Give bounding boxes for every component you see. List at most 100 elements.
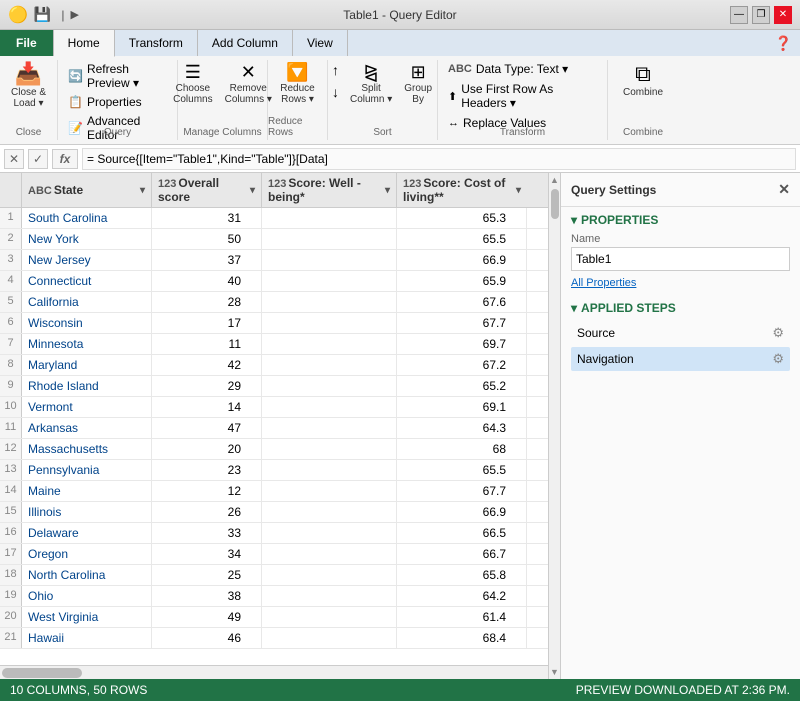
table-row[interactable]: 19 Ohio 38 64.2 [0, 586, 548, 607]
cell-state[interactable]: Pennsylvania [22, 460, 152, 480]
formula-input[interactable] [82, 148, 796, 170]
cell-state[interactable]: Hawaii [22, 628, 152, 648]
tab-transform[interactable]: Transform [115, 30, 198, 56]
cell-state[interactable]: Massachusetts [22, 439, 152, 459]
cell-overall[interactable]: 33 [152, 523, 262, 543]
cell-costliving[interactable]: 66.9 [397, 250, 527, 270]
table-row[interactable]: 11 Arkansas 47 64.3 [0, 418, 548, 439]
cell-state[interactable]: Rhode Island [22, 376, 152, 396]
cell-state[interactable]: Illinois [22, 502, 152, 522]
cell-overall[interactable]: 49 [152, 607, 262, 627]
table-row[interactable]: 21 Hawaii 46 68.4 [0, 628, 548, 649]
cell-costliving[interactable]: 68.4 [397, 628, 527, 648]
cell-wellbeing[interactable] [262, 460, 397, 480]
cell-costliving[interactable]: 67.6 [397, 292, 527, 312]
table-row[interactable]: 10 Vermont 14 69.1 [0, 397, 548, 418]
table-row[interactable]: 1 South Carolina 31 65.3 [0, 208, 548, 229]
query-panel-close-btn[interactable]: ✕ [778, 181, 790, 198]
cell-wellbeing[interactable] [262, 376, 397, 396]
restore-btn[interactable]: ❐ [752, 6, 770, 24]
table-row[interactable]: 14 Maine 12 67.7 [0, 481, 548, 502]
table-row[interactable]: 12 Massachusetts 20 68 [0, 439, 548, 460]
cell-state[interactable]: Connecticut [22, 271, 152, 291]
cell-costliving[interactable]: 64.3 [397, 418, 527, 438]
cell-overall[interactable]: 37 [152, 250, 262, 270]
col-header-costliving[interactable]: 123Score: Cost of living** ▾ [397, 173, 527, 207]
table-row[interactable]: 7 Minnesota 11 69.7 [0, 334, 548, 355]
cell-state[interactable]: Vermont [22, 397, 152, 417]
cell-overall[interactable]: 12 [152, 481, 262, 501]
cell-wellbeing[interactable] [262, 208, 397, 228]
properties-collapse-icon[interactable]: ▾ [571, 213, 577, 227]
table-row[interactable]: 18 North Carolina 25 65.8 [0, 565, 548, 586]
step-navigation[interactable]: Navigation ⚙ [571, 347, 790, 371]
cell-costliving[interactable]: 64.2 [397, 586, 527, 606]
cell-costliving[interactable]: 69.7 [397, 334, 527, 354]
cell-overall[interactable]: 11 [152, 334, 262, 354]
all-properties-link[interactable]: All Properties [571, 277, 636, 289]
tab-home[interactable]: Home [54, 30, 115, 57]
cell-state[interactable]: West Virginia [22, 607, 152, 627]
minimize-btn[interactable]: — [730, 6, 748, 24]
cell-wellbeing[interactable] [262, 292, 397, 312]
cell-state[interactable]: Maryland [22, 355, 152, 375]
cell-wellbeing[interactable] [262, 271, 397, 291]
scroll-up-btn[interactable]: ▲ [550, 175, 559, 185]
cell-costliving[interactable]: 67.2 [397, 355, 527, 375]
step-source-gear-icon[interactable]: ⚙ [772, 325, 784, 341]
col-header-state[interactable]: ABCState ▾ [22, 173, 152, 207]
cell-wellbeing[interactable] [262, 481, 397, 501]
sort-asc-button[interactable]: ↑ [328, 60, 343, 80]
step-navigation-gear-icon[interactable]: ⚙ [772, 351, 784, 367]
cell-overall[interactable]: 38 [152, 586, 262, 606]
cell-overall[interactable]: 17 [152, 313, 262, 333]
sort-desc-button[interactable]: ↓ [328, 82, 343, 102]
cell-overall[interactable]: 34 [152, 544, 262, 564]
table-row[interactable]: 6 Wisconsin 17 67.7 [0, 313, 548, 334]
cell-state[interactable]: California [22, 292, 152, 312]
cell-overall[interactable]: 28 [152, 292, 262, 312]
cell-state[interactable]: New Jersey [22, 250, 152, 270]
table-row[interactable]: 15 Illinois 26 66.9 [0, 502, 548, 523]
cell-costliving[interactable]: 67.7 [397, 313, 527, 333]
table-row[interactable]: 3 New Jersey 37 66.9 [0, 250, 548, 271]
close-load-button[interactable]: 📥 Close &Load ▾ [6, 60, 51, 112]
tab-add-column[interactable]: Add Column [198, 30, 293, 56]
cell-wellbeing[interactable] [262, 607, 397, 627]
group-by-button[interactable]: ⊞ GroupBy [399, 60, 437, 108]
cell-costliving[interactable]: 69.1 [397, 397, 527, 417]
cell-wellbeing[interactable] [262, 229, 397, 249]
cell-overall[interactable]: 40 [152, 271, 262, 291]
cell-costliving[interactable]: 65.3 [397, 208, 527, 228]
choose-columns-button[interactable]: ☰ ChooseColumns [168, 60, 217, 108]
cell-state[interactable]: Ohio [22, 586, 152, 606]
cell-wellbeing[interactable] [262, 523, 397, 543]
query-name-input[interactable] [571, 247, 790, 271]
cell-overall[interactable]: 47 [152, 418, 262, 438]
cell-wellbeing[interactable] [262, 250, 397, 270]
cell-state[interactable]: Maine [22, 481, 152, 501]
table-row[interactable]: 4 Connecticut 40 65.9 [0, 271, 548, 292]
step-source[interactable]: Source ⚙ [571, 321, 790, 345]
cell-overall[interactable]: 42 [152, 355, 262, 375]
cell-wellbeing[interactable] [262, 439, 397, 459]
cell-costliving[interactable]: 66.5 [397, 523, 527, 543]
cell-costliving[interactable]: 65.9 [397, 271, 527, 291]
table-row[interactable]: 5 California 28 67.6 [0, 292, 548, 313]
vertical-scrollbar[interactable]: ▲ ▼ [548, 173, 560, 679]
window-controls[interactable]: — ❐ ✕ [730, 6, 792, 24]
overall-col-dropdown[interactable]: ▾ [250, 185, 255, 196]
costliving-col-dropdown[interactable]: ▾ [516, 185, 521, 196]
table-row[interactable]: 17 Oregon 34 66.7 [0, 544, 548, 565]
properties-button[interactable]: 📋 Properties [64, 93, 146, 111]
table-row[interactable]: 16 Delaware 33 66.5 [0, 523, 548, 544]
tab-file[interactable]: File [0, 30, 54, 56]
state-col-dropdown[interactable]: ▾ [140, 185, 145, 196]
refresh-preview-button[interactable]: 🔄 Refresh Preview ▾ [64, 60, 171, 92]
cell-state[interactable]: Oregon [22, 544, 152, 564]
table-row[interactable]: 8 Maryland 42 67.2 [0, 355, 548, 376]
cell-costliving[interactable]: 65.5 [397, 460, 527, 480]
table-row[interactable]: 9 Rhode Island 29 65.2 [0, 376, 548, 397]
cell-wellbeing[interactable] [262, 418, 397, 438]
scroll-down-btn[interactable]: ▼ [550, 667, 559, 677]
